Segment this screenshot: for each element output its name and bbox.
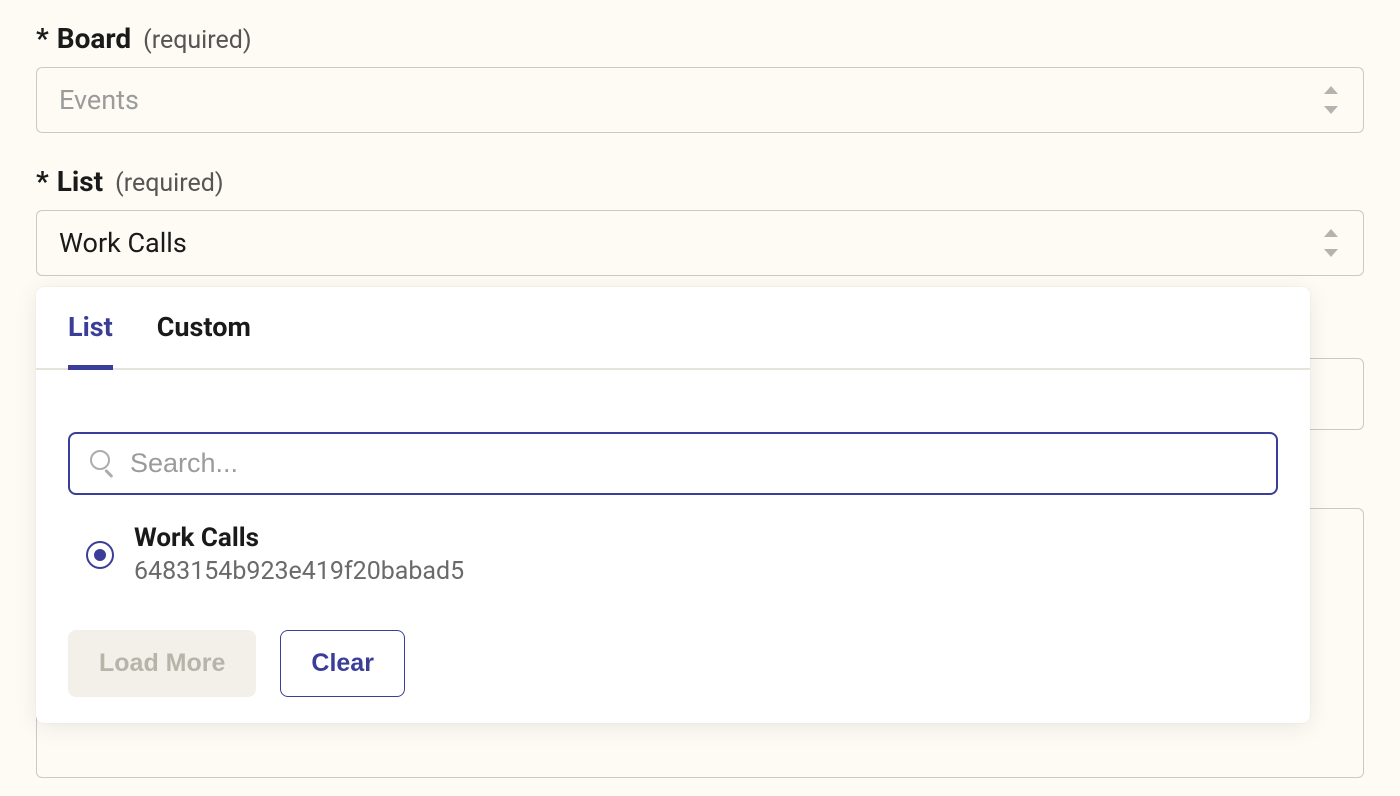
option-id: 6483154b923e419f20babad5 <box>134 557 464 586</box>
board-select[interactable]: Events <box>36 67 1364 133</box>
list-required-text: (required) <box>115 169 223 198</box>
search-icon <box>88 450 116 478</box>
board-select-value: Events <box>59 84 139 116</box>
list-label-row: * List (required) <box>36 165 1364 198</box>
board-required-text: (required) <box>143 26 251 55</box>
tab-custom[interactable]: Custom <box>157 311 251 370</box>
board-label: Board <box>57 22 131 55</box>
field-board: * Board (required) Events <box>36 22 1364 133</box>
dropdown-buttons: Load More Clear <box>36 590 1310 697</box>
list-select-value: Work Calls <box>59 227 187 259</box>
radio-selected-icon[interactable] <box>86 541 114 569</box>
search-input[interactable] <box>130 448 1258 479</box>
chevron-sort-icon <box>1321 86 1341 114</box>
required-asterisk: * <box>36 22 49 55</box>
load-more-button: Load More <box>68 630 256 697</box>
board-label-row: * Board (required) <box>36 22 1364 55</box>
option-name: Work Calls <box>134 523 464 553</box>
list-dropdown-panel: List Custom Work Calls 6483154b923e419f2… <box>36 287 1310 723</box>
chevron-sort-icon <box>1321 229 1341 257</box>
required-asterisk: * <box>36 165 49 198</box>
list-option[interactable]: Work Calls 6483154b923e419f20babad5 <box>68 495 1278 590</box>
list-label: List <box>57 165 103 198</box>
search-row[interactable] <box>68 432 1278 495</box>
clear-button[interactable]: Clear <box>280 630 405 697</box>
dropdown-body: Work Calls 6483154b923e419f20babad5 <box>36 370 1310 590</box>
option-texts: Work Calls 6483154b923e419f20babad5 <box>134 523 464 586</box>
dropdown-tabs: List Custom <box>36 287 1310 370</box>
field-list: * List (required) Work Calls <box>36 165 1364 276</box>
list-select[interactable]: Work Calls <box>36 210 1364 276</box>
tab-list[interactable]: List <box>68 311 113 370</box>
